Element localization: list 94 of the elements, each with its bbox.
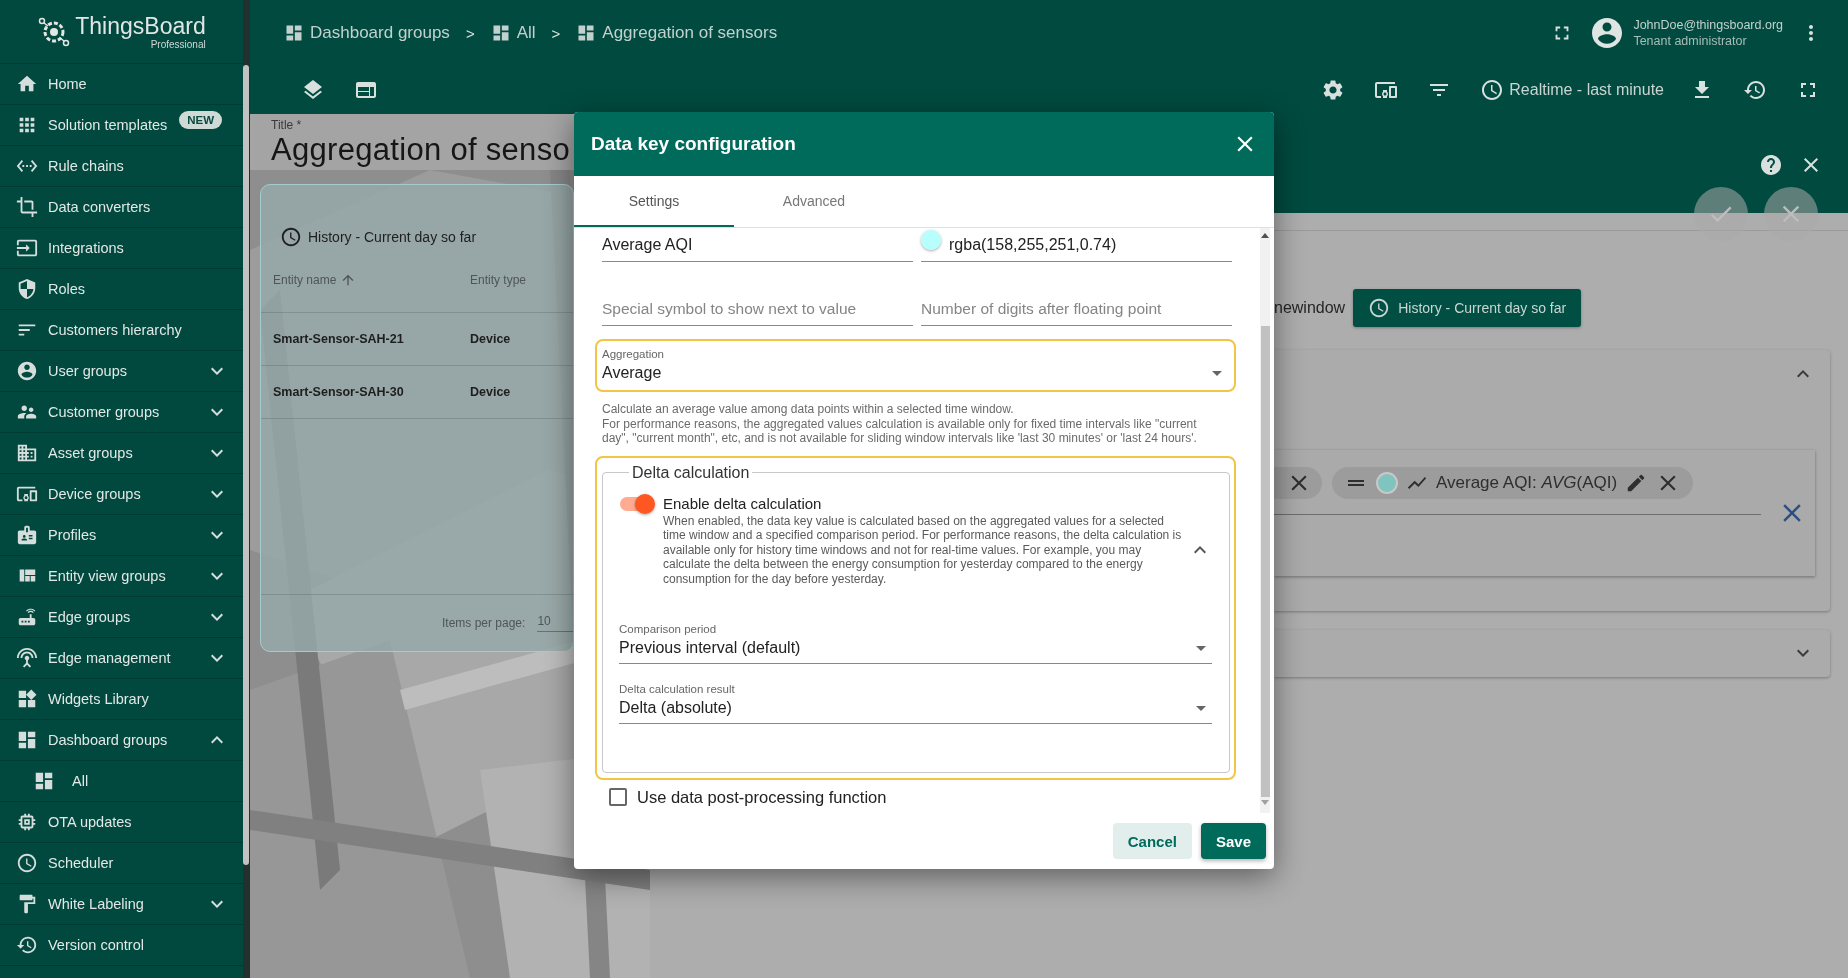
- field-label: newindow: [1274, 299, 1346, 317]
- breadcrumb-link[interactable]: All: [490, 23, 536, 43]
- sidebar-item[interactable]: Profiles: [0, 515, 243, 556]
- sidebar-item[interactable]: Edge groups: [0, 597, 243, 638]
- help-icon[interactable]: [1759, 153, 1783, 177]
- sidebar-item[interactable]: User groups: [0, 351, 243, 392]
- breadcrumb-link[interactable]: Dashboard groups: [284, 23, 450, 43]
- dropdown-arrow-icon: [1196, 645, 1206, 651]
- widgets-icon: [16, 688, 38, 710]
- timewindow-button[interactable]: Realtime - last minute: [1480, 78, 1664, 102]
- field-label: Title *: [271, 118, 302, 133]
- dialog-title: Data key configuration: [591, 133, 796, 155]
- dropdown-arrow-icon: [1212, 370, 1222, 376]
- dropdown-select[interactable]: Delta calculation result Delta (absolute): [619, 682, 1212, 724]
- select-value: Average: [602, 363, 662, 383]
- logo-edition: Professional: [150, 39, 206, 50]
- sidebar-item[interactable]: Roles: [0, 269, 243, 310]
- field-label: Comparison period: [619, 622, 718, 637]
- toggle-switch[interactable]: [619, 493, 655, 514]
- scrollbar-thumb[interactable]: [1260, 326, 1270, 797]
- field-label: Delta calculation result: [619, 682, 736, 697]
- dropdown-select[interactable]: Comparison period Previous interval (default): [619, 622, 1212, 664]
- chip-icon: [16, 811, 38, 833]
- color-swatch[interactable]: [921, 230, 941, 250]
- input-field[interactable]: Number of digits after floating point: [921, 292, 1232, 326]
- dashboard-icon: [16, 729, 38, 751]
- scroll-up-icon[interactable]: [1261, 233, 1269, 238]
- sidebar-item[interactable]: Asset groups: [0, 433, 243, 474]
- datakey-chip[interactable]: Average AQI: AVG(AQI): [1332, 467, 1694, 499]
- select-value: Delta (absolute): [619, 698, 732, 718]
- logo-name: ThingsBoard: [75, 13, 206, 39]
- tab[interactable]: Settings: [574, 176, 734, 227]
- dropdown-arrow-icon: [1196, 705, 1206, 711]
- antenna-icon: [16, 647, 38, 669]
- pager-label: Items per page:: [442, 616, 526, 630]
- table-cell-text: Smart-Sensor-SAH-21: [273, 332, 405, 346]
- user-email: JohnDoe@thingsboard.org: [1633, 17, 1783, 33]
- tab[interactable]: Advanced: [734, 176, 894, 227]
- sidebar-item[interactable]: Customer groups: [0, 392, 243, 433]
- datakey-chip[interactable]: [1274, 467, 1322, 499]
- sidebar-item[interactable]: Entity view groups: [0, 556, 243, 597]
- sidebar-item[interactable]: Scheduler: [0, 843, 243, 884]
- clock-icon: [280, 226, 302, 248]
- aggregation-select[interactable]: Aggregation Average: [595, 339, 1236, 392]
- field-label: Aggregation: [602, 347, 666, 362]
- sidebar-item[interactable]: All: [0, 761, 243, 802]
- help-text: Calculate an average value among data points within a selected time window.: [602, 402, 1015, 417]
- sidebar-item[interactable]: White Labeling: [0, 884, 243, 925]
- sidebar-item[interactable]: Home: [0, 64, 243, 105]
- dashboard-title: Aggregation of senso: [271, 133, 570, 167]
- sidebar-item[interactable]: Dashboard groups: [0, 720, 243, 761]
- clock-icon: [1368, 297, 1391, 319]
- datakey-label: Average AQI: AVG(AQI): [1436, 473, 1618, 493]
- color-field[interactable]: rgba(158,255,251,0.74): [921, 228, 1232, 262]
- router-icon: [16, 606, 38, 628]
- sidebar-item[interactable]: Integrations: [0, 228, 243, 269]
- breadcrumb-link[interactable]: Aggregation of sensors: [576, 23, 778, 43]
- clock-icon: [16, 852, 38, 874]
- history-icon: [16, 934, 38, 956]
- breadcrumb-separator: >: [551, 24, 561, 42]
- dashboard-icon: [576, 23, 597, 43]
- new-badge: NEW: [179, 111, 223, 129]
- table-cell-text: Smart-Sensor-SAH-30: [273, 385, 405, 399]
- help-text: When enabled, the data key value is calculated based on the aggregated values for a selected time window and a specified comparison period. For performance reasons, the delta calculation is available only for history time windows and not for real-time values. For example, you may calculate the delta between the energy consumption for yesterday compared to the energy consumption for the day before yesterday.: [663, 513, 1183, 586]
- widget-timewindow: History - Current day so far: [308, 229, 477, 245]
- dashboard-icon: [284, 23, 304, 43]
- sidebar-item[interactable]: Widgets Library: [0, 679, 243, 720]
- scrollbar-thumb[interactable]: [243, 65, 249, 865]
- breadcrumb-separator: >: [465, 24, 475, 42]
- save-button[interactable]: Save: [1200, 823, 1266, 859]
- input-field[interactable]: Special symbol to show next to value: [602, 292, 913, 326]
- history-icon[interactable]: [1743, 78, 1767, 102]
- building-icon: [16, 442, 38, 464]
- input-field[interactable]: Average AQI: [602, 228, 913, 262]
- table-cell: Device: [470, 332, 511, 346]
- cancel-button[interactable]: Cancel: [1112, 823, 1192, 859]
- clock-icon: [1480, 78, 1505, 102]
- user-role: Tenant administrator: [1633, 33, 1748, 49]
- shield-icon: [16, 278, 38, 300]
- input-icon: [16, 237, 38, 259]
- sidebar-item[interactable]: Edge management: [0, 638, 243, 679]
- dashboard-icon: [33, 770, 55, 792]
- id-card-icon: [16, 524, 38, 546]
- crop-icon: [16, 196, 38, 218]
- timewindow-button[interactable]: History - Current day so far: [1353, 289, 1582, 327]
- toggle-label: Enable delta calculation: [663, 495, 822, 512]
- sidebar-item[interactable]: Device groups: [0, 474, 243, 515]
- sidebar-item[interactable]: Solution templates NEW: [0, 105, 243, 146]
- checkbox-label: Use data post-processing function: [637, 787, 887, 807]
- help-text: For performance reasons, the aggregated values calculation is available only for fixed time intervals like "current day", "current month", etc, and is not available for sliding window intervals like 'last 30 minutes' or 'last 24 hours'.: [602, 416, 1198, 446]
- select-value: Previous interval (default): [619, 638, 801, 658]
- fieldset-legend: Delta calculation: [629, 463, 753, 482]
- checkbox[interactable]: [609, 788, 627, 806]
- table-cell: Device: [470, 385, 511, 399]
